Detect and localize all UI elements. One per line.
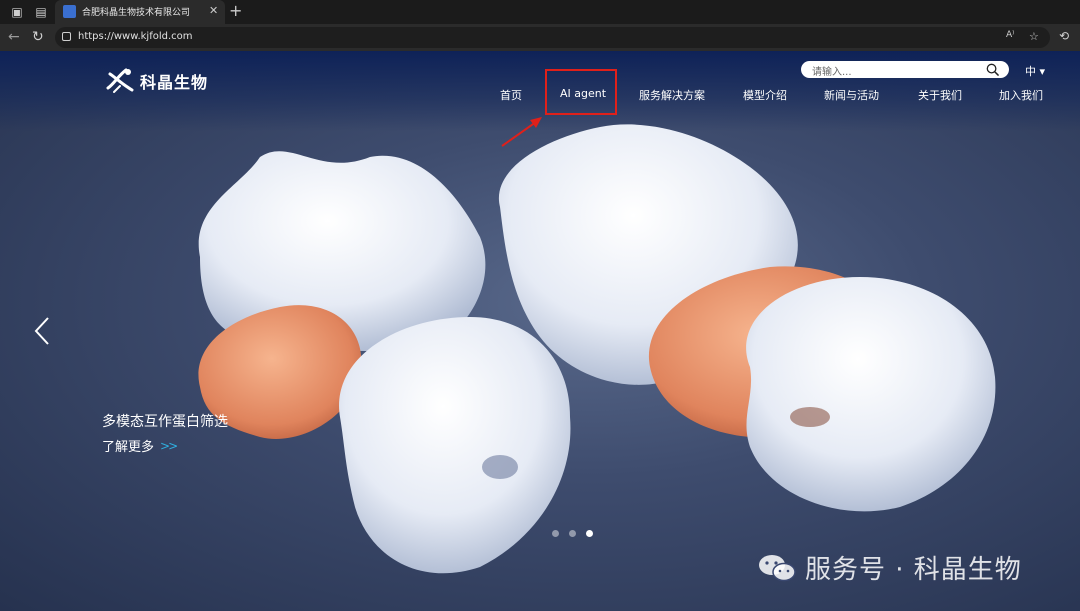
nav-join[interactable]: 加入我们 (999, 87, 1043, 103)
double-chevron-right-icon: >> (160, 438, 178, 453)
nav-news[interactable]: 新闻与活动 (824, 87, 879, 103)
browser-tab-bar: ▣ ▤ 合肥科晶生物技术有限公司 ✕ + (0, 0, 1080, 24)
address-bar-row: ← ↻ https://www.kjfold.com A⁾ ☆ ⟲ (0, 24, 1080, 51)
lock-icon (62, 32, 71, 41)
url-field[interactable]: https://www.kjfold.com A⁾ ☆ (55, 27, 1050, 48)
carousel-dot[interactable] (552, 530, 559, 537)
browser-tab[interactable]: 合肥科晶生物技术有限公司 ✕ (55, 0, 225, 24)
refresh-icon[interactable]: ↻ (32, 29, 44, 45)
workspaces-icon[interactable]: ▣ (9, 4, 25, 20)
carousel-dot-active[interactable] (586, 530, 593, 537)
extensions-icon[interactable]: ⟲ (1059, 29, 1069, 43)
main-nav: 首页 AI agent 服务解决方案 模型介绍 新闻与活动 关于我们 加入我们 (0, 87, 1080, 107)
learn-more-link[interactable]: 了解更多 >> (102, 436, 178, 456)
website-viewport: 科晶生物 请输入... 中 ▾ 首页 AI agent 服务解决方案 模型介绍 … (0, 51, 1080, 611)
carousel-prev-icon[interactable] (33, 316, 51, 346)
watermark-text: 服务号 · 科晶生物 (805, 555, 1022, 585)
site-favicon-icon (63, 5, 76, 18)
nav-about[interactable]: 关于我们 (918, 87, 962, 103)
new-tab-button[interactable]: + (229, 1, 242, 20)
nav-services[interactable]: 服务解决方案 (639, 87, 705, 103)
search-icon[interactable] (986, 63, 999, 76)
carousel-dots (552, 530, 593, 537)
slide-caption: 多模态互作蛋白筛选 (102, 414, 228, 430)
tab-title: 合肥科晶生物技术有限公司 (82, 8, 191, 18)
search-placeholder: 请输入... (812, 67, 852, 78)
annotation-highlight-box (545, 69, 617, 115)
read-aloud-icon[interactable]: A⁾ (1006, 30, 1014, 40)
language-switch[interactable]: 中 ▾ (1025, 63, 1045, 79)
wechat-watermark: 服务号 · 科晶生物 (757, 549, 1022, 586)
favorite-star-icon[interactable]: ☆ (1029, 30, 1039, 43)
tab-close-icon[interactable]: ✕ (209, 4, 218, 17)
nav-models[interactable]: 模型介绍 (743, 87, 787, 103)
back-icon[interactable]: ← (8, 29, 20, 45)
wechat-icon (759, 554, 796, 581)
learn-more-label: 了解更多 (102, 440, 155, 455)
nav-home[interactable]: 首页 (500, 87, 522, 103)
protein-structure-image (198, 124, 996, 574)
url-text: https://www.kjfold.com (78, 31, 193, 42)
search-input[interactable]: 请输入... (801, 61, 1009, 78)
vertical-tabs-icon[interactable]: ▤ (33, 4, 49, 20)
carousel-dot[interactable] (569, 530, 576, 537)
